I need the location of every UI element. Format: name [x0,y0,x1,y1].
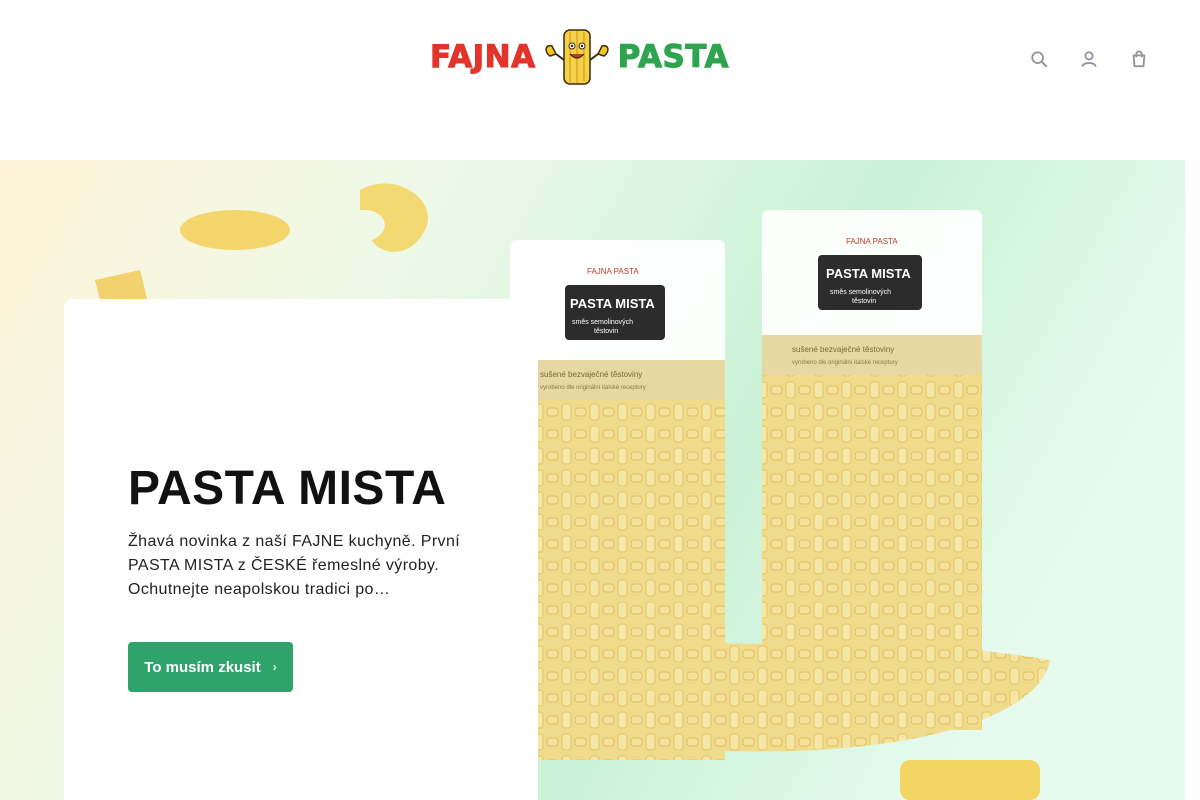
logo-text-right: PASTA [617,39,730,76]
package-1-title: PASTA MISTA [570,296,655,311]
cta-button[interactable]: To musím zkusit › [128,642,293,692]
package-2-badge: FAJNA PASTA [846,237,898,246]
site-header: FAJNA PASTA [0,0,1185,160]
package-1-subtitle-1: směs semolinových [572,319,633,326]
hero-card: PASTA MISTA Žhavá novinka z naší FAJNE k… [64,299,538,800]
package-2-subtitle-2: těstovin [852,298,876,305]
package-1-small-caption: vyrobeno dle originální italské receptur… [540,385,646,391]
arrow-right-icon: › [272,660,277,674]
search-icon[interactable] [1027,47,1051,71]
package-2-small-caption: vyrobeno dle originální italské receptur… [792,360,898,366]
package-1-subtitle-2: těstovin [594,328,618,335]
cart-icon[interactable] [1127,47,1151,71]
hero-title: PASTA MISTA [128,462,447,515]
header-actions [1027,47,1151,71]
package-2-subtitle-1: směs semolinových [830,289,891,296]
package-2-caption: sušené bezvaječné těstoviny [792,345,894,354]
package-1-caption: sušené bezvaječné těstoviny [540,370,642,379]
pasta-mascot-icon [544,29,609,85]
site-logo[interactable]: FAJNA PASTA [430,26,756,88]
hero-banner: FAJNA PASTA PASTA MISTA směs semolinovýc… [0,160,1185,800]
package-2-title: PASTA MISTA [826,266,911,281]
hero-description: Žhavá novinka z naší FAJNE kuchyně. Prvn… [128,533,461,598]
user-icon[interactable] [1077,47,1101,71]
package-1-badge: FAJNA PASTA [587,267,639,276]
logo-text-left: FAJNA [430,39,536,76]
cta-label: To musím zkusit [144,658,261,676]
